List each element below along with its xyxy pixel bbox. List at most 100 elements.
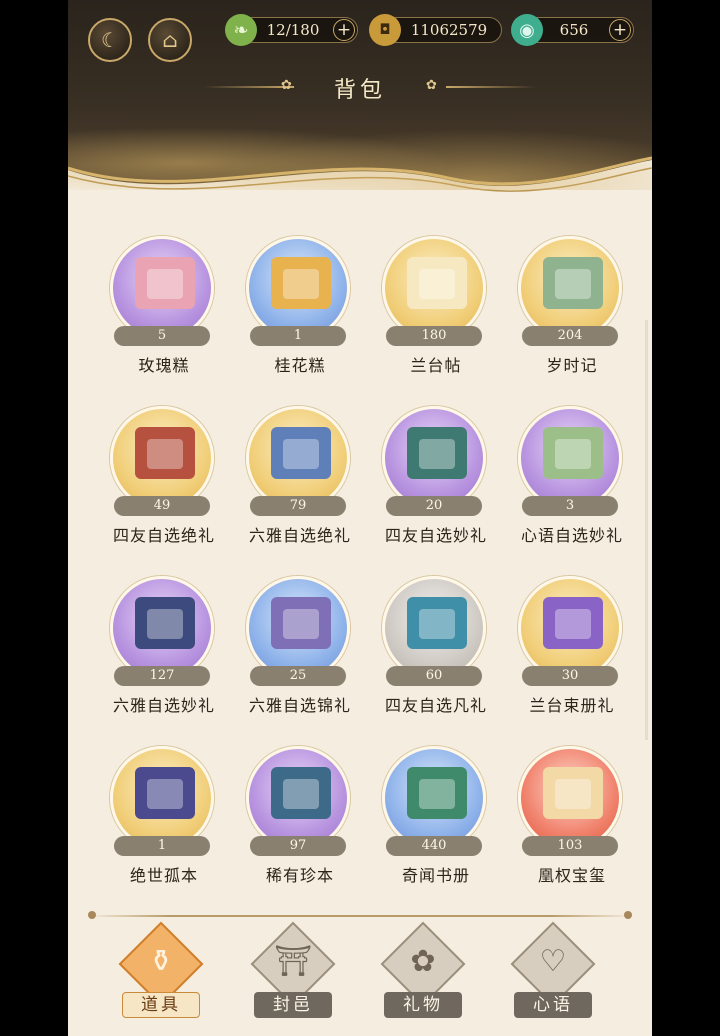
item-count: 1: [250, 326, 346, 346]
jade-add-button[interactable]: +: [609, 19, 631, 41]
item-art-highlight: [419, 269, 455, 299]
item-art-highlight: [147, 609, 183, 639]
item-name: 奇闻书册: [401, 866, 470, 885]
header-wave-ornament: [68, 156, 652, 220]
item-cell[interactable]: 25 六雅自选锦礼: [232, 572, 368, 715]
jade-resource: ◉ 656 +: [511, 14, 634, 46]
item-cell[interactable]: 180 兰台帖: [368, 232, 504, 375]
item-icon: [382, 576, 486, 680]
item-icon: [246, 236, 350, 340]
item-icon: [382, 746, 486, 850]
item-art-highlight: [283, 609, 319, 639]
item-count: 103: [522, 836, 618, 856]
item-icon: [382, 236, 486, 340]
item-cell[interactable]: 97 稀有珍本: [232, 742, 368, 885]
item-count: 204: [522, 326, 618, 346]
item-cell[interactable]: 30 兰台束册礼: [504, 572, 640, 715]
item-art-highlight: [555, 609, 591, 639]
jade-pendant-icon: ◉: [511, 14, 543, 46]
item-name: 六雅自选锦礼: [248, 696, 351, 715]
leaf-icon: ❧: [225, 14, 257, 46]
tab-2[interactable]: ✿ 礼物: [378, 921, 468, 1028]
item-count: 79: [250, 496, 346, 516]
pagoda-icon: ⛩: [273, 944, 313, 979]
item-cell[interactable]: 127 六雅自选妙礼: [96, 572, 232, 715]
item-art-highlight: [419, 439, 455, 469]
item-name: 四友自选凡礼: [384, 696, 487, 715]
item-art-highlight: [555, 779, 591, 809]
leaf-add-button[interactable]: +: [333, 19, 355, 41]
pavilion-book-icon[interactable]: ⌂: [148, 18, 192, 62]
item-name: 桂花糕: [274, 356, 326, 375]
item-icon: [518, 236, 622, 340]
item-count: 25: [250, 666, 346, 686]
item-icon: [518, 746, 622, 850]
item-cell[interactable]: 1 桂花糕: [232, 232, 368, 375]
coin-resource: ◘ 11062579: [369, 14, 502, 46]
item-name: 兰台帖: [410, 356, 462, 375]
tab-label: 封邑: [254, 992, 332, 1018]
item-icon: [110, 236, 214, 340]
tab-3[interactable]: ♡ 心语: [508, 921, 598, 1028]
item-art-highlight: [283, 439, 319, 469]
item-icon: [382, 406, 486, 510]
tab-label: 心语: [514, 992, 592, 1018]
page-title: 背包: [333, 78, 386, 103]
item-cell[interactable]: 5 玫瑰糕: [96, 232, 232, 375]
item-name: 稀有珍本: [265, 866, 334, 885]
item-count: 49: [114, 496, 210, 516]
jar-icon: ⚱: [148, 944, 174, 979]
item-icon: [110, 406, 214, 510]
header: ☾ ⌂ ❧ 12/180 + ◘ 11062579 ◉ 656 + ✿ 背包 ✿: [68, 0, 652, 220]
item-art-highlight: [283, 779, 319, 809]
tab-0[interactable]: ⚱ 道具: [116, 921, 206, 1028]
item-icon: [246, 576, 350, 680]
item-count: 180: [386, 326, 482, 346]
item-name: 四友自选绝礼: [112, 526, 215, 545]
tab-1[interactable]: ⛩ 封邑: [248, 921, 338, 1028]
item-cell[interactable]: 79 六雅自选绝礼: [232, 402, 368, 545]
heart-knot-icon: ♡: [539, 944, 567, 979]
item-name: 凰权宝玺: [537, 866, 606, 885]
item-icon: [518, 576, 622, 680]
bottom-divider: [88, 915, 632, 917]
item-name: 兰台束册礼: [529, 696, 615, 715]
item-count: 97: [250, 836, 346, 856]
item-count: 5: [114, 326, 210, 346]
item-icon: [110, 746, 214, 850]
item-icon: [246, 746, 350, 850]
copper-coin-icon: ◘: [369, 14, 401, 46]
item-icon: [246, 406, 350, 510]
item-art-highlight: [283, 269, 319, 299]
title-ornament-right: [446, 86, 536, 88]
item-count: 30: [522, 666, 618, 686]
item-name: 心语自选妙礼: [520, 526, 623, 545]
item-art-highlight: [419, 609, 455, 639]
tab-label: 道具: [122, 992, 200, 1018]
moon-cloud-icon[interactable]: ☾: [88, 18, 132, 62]
item-name: 绝世孤本: [129, 866, 198, 885]
item-icon: [518, 406, 622, 510]
item-name: 玫瑰糕: [138, 356, 190, 375]
backpack-screen: ☾ ⌂ ❧ 12/180 + ◘ 11062579 ◉ 656 + ✿ 背包 ✿…: [68, 0, 652, 1036]
item-cell[interactable]: 103 凰权宝玺: [504, 742, 640, 885]
item-art-highlight: [555, 439, 591, 469]
item-art-highlight: [147, 269, 183, 299]
item-count: 1: [114, 836, 210, 856]
item-cell[interactable]: 3 心语自选妙礼: [504, 402, 640, 545]
fan-icon: ✿: [410, 944, 436, 979]
item-cell[interactable]: 440 奇闻书册: [368, 742, 504, 885]
item-name: 岁时记: [546, 356, 598, 375]
item-cell[interactable]: 1 绝世孤本: [96, 742, 232, 885]
scrollbar[interactable]: [645, 320, 648, 740]
tab-label: 礼物: [384, 992, 462, 1018]
item-art-highlight: [419, 779, 455, 809]
flower-ornament-icon: ✿: [426, 78, 437, 93]
item-name: 六雅自选绝礼: [248, 526, 351, 545]
item-cell[interactable]: 204 岁时记: [504, 232, 640, 375]
divider-dot: [624, 911, 632, 919]
item-name: 六雅自选妙礼: [112, 696, 215, 715]
item-cell[interactable]: 49 四友自选绝礼: [96, 402, 232, 545]
item-cell[interactable]: 60 四友自选凡礼: [368, 572, 504, 715]
item-cell[interactable]: 20 四友自选妙礼: [368, 402, 504, 545]
